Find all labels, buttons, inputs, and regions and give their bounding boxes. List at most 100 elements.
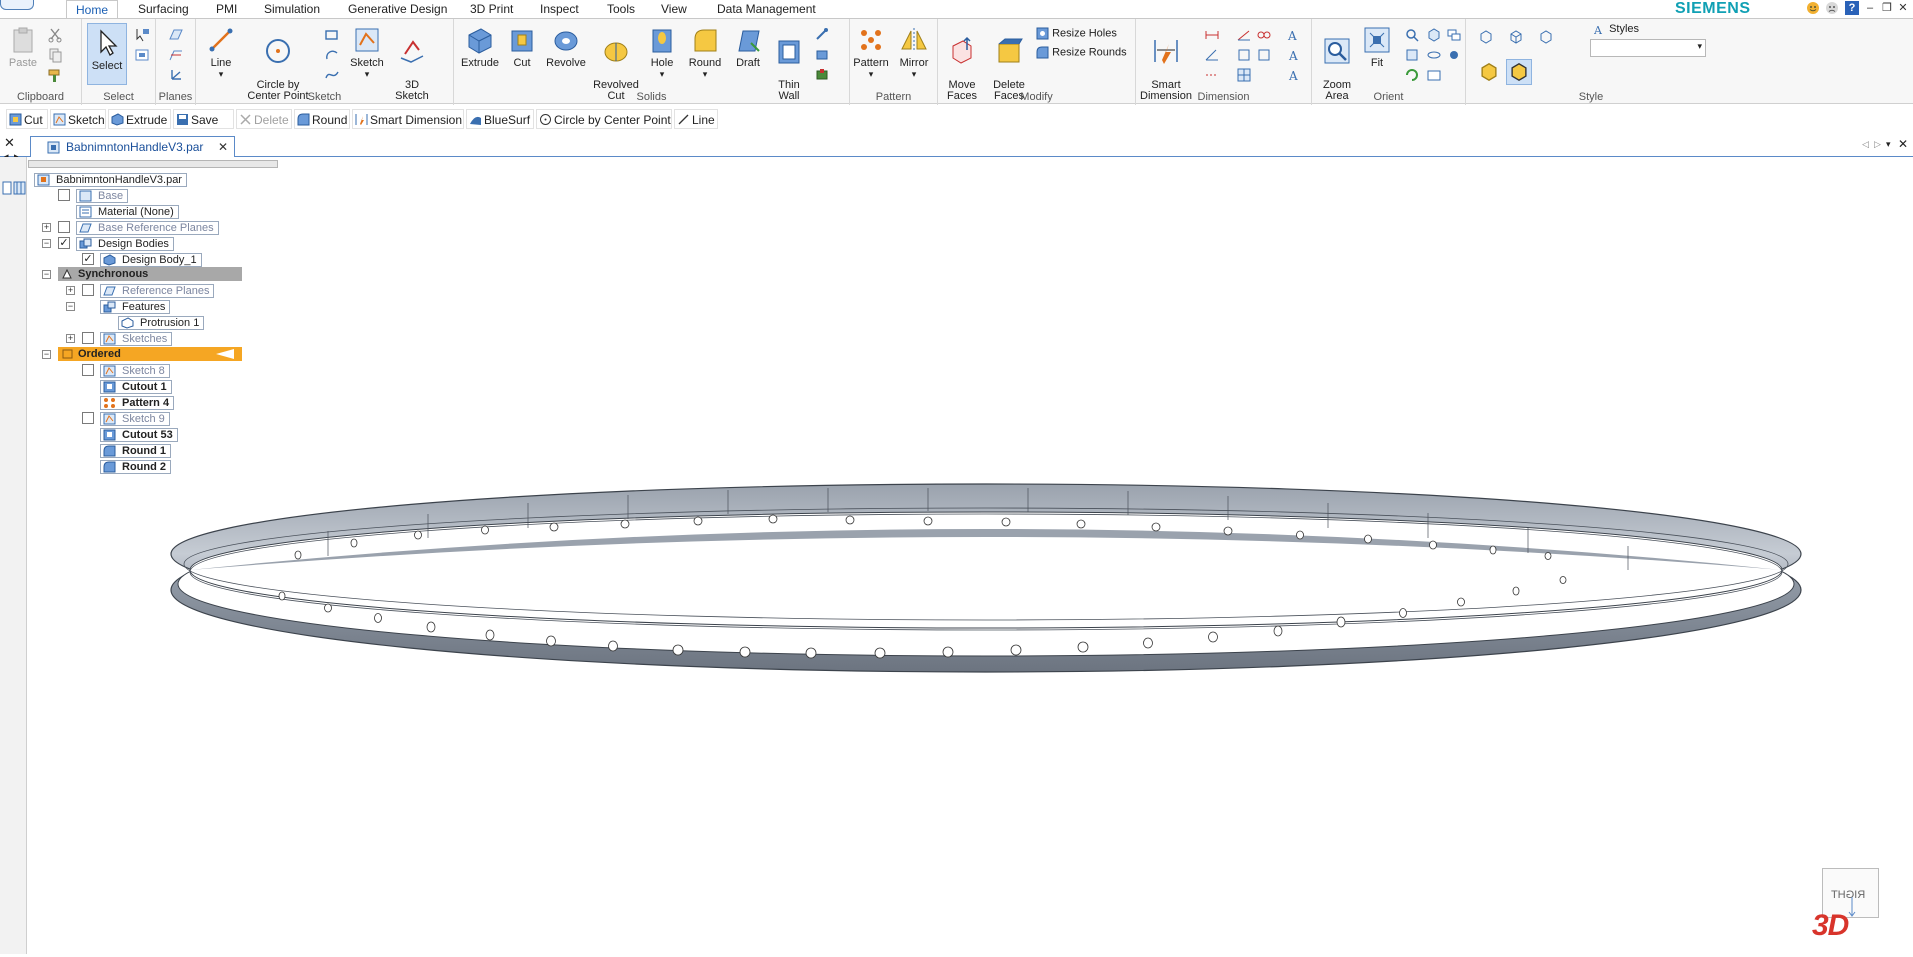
frown-icon[interactable] bbox=[1825, 1, 1839, 15]
rectangle-tool-icon[interactable] bbox=[324, 27, 340, 43]
qat-extrude[interactable]: Extrude bbox=[108, 109, 171, 129]
coordinate-system-icon[interactable] bbox=[168, 67, 184, 83]
line-dropdown-icon[interactable]: ▾ bbox=[204, 69, 238, 80]
tab-scroll-right-icon[interactable]: ▷ bbox=[1874, 139, 1881, 150]
tree-root[interactable]: BabnimntonHandleV3.par bbox=[34, 173, 187, 187]
pattern-button[interactable]: Pattern ▾ bbox=[850, 25, 892, 80]
symmetric-diameter-icon[interactable] bbox=[1236, 47, 1252, 63]
hole-dropdown-icon[interactable]: ▾ bbox=[644, 69, 680, 80]
qat-save-as[interactable]: Save As bbox=[173, 109, 234, 147]
tab-simulation[interactable]: Simulation bbox=[255, 0, 329, 18]
smile-icon[interactable] bbox=[1806, 1, 1820, 15]
tab-3d-print[interactable]: 3D Print bbox=[461, 0, 522, 18]
curve-tool-icon[interactable] bbox=[324, 67, 340, 83]
paste-button[interactable]: Paste bbox=[4, 25, 42, 69]
pathfinder-tab-icon[interactable] bbox=[2, 181, 12, 195]
collapse-ordered-icon[interactable]: − bbox=[42, 350, 51, 359]
close-all-icon[interactable]: ✕ bbox=[1898, 137, 1908, 151]
styles-dropdown[interactable]: ▾ bbox=[1590, 39, 1706, 57]
tree-cutout-1[interactable]: Cutout 1 bbox=[100, 380, 172, 394]
tab-pmi[interactable]: PMI bbox=[207, 0, 246, 18]
tree-features[interactable]: Features bbox=[100, 300, 171, 314]
tab-list-icon[interactable]: ▾ bbox=[1886, 139, 1891, 150]
hole-button[interactable]: Hole ▾ bbox=[644, 25, 680, 80]
minimize-icon[interactable]: – bbox=[1863, 1, 1877, 15]
tree-round-1[interactable]: Round 1 bbox=[100, 444, 171, 458]
rotate-icon[interactable] bbox=[1404, 67, 1420, 83]
line-button[interactable]: Line ▾ bbox=[204, 25, 238, 80]
tree-pattern-4[interactable]: Pattern 4 bbox=[100, 396, 175, 410]
angle-icon[interactable] bbox=[1204, 47, 1220, 63]
document-tab[interactable]: BabnimntonHandleV3.par ✕ bbox=[30, 136, 235, 157]
design-body-1-checkbox[interactable]: ✓ bbox=[82, 253, 94, 265]
text-size-icon[interactable]: A bbox=[1286, 47, 1302, 63]
tree-design-bodies[interactable]: Design Bodies bbox=[76, 237, 174, 251]
tab-view[interactable]: View bbox=[652, 0, 696, 18]
pattern-dropdown-icon[interactable]: ▾ bbox=[850, 69, 892, 80]
draft-button[interactable]: Draft bbox=[729, 25, 767, 69]
sketches-checkbox[interactable] bbox=[82, 332, 94, 344]
thread-icon[interactable] bbox=[814, 67, 830, 83]
revolve-button[interactable]: Revolve bbox=[543, 25, 589, 69]
plane-icon[interactable] bbox=[168, 27, 184, 43]
text-style-icon[interactable]: A bbox=[1286, 27, 1302, 43]
tree-round-2[interactable]: Round 2 bbox=[100, 460, 171, 474]
mirror-button[interactable]: Mirror ▾ bbox=[894, 25, 934, 80]
resize-rounds-button[interactable]: Resize Rounds bbox=[1036, 46, 1127, 59]
dimension-grid-icon[interactable] bbox=[1236, 67, 1252, 83]
tree-base-reference-planes[interactable]: Base Reference Planes bbox=[76, 221, 219, 235]
view-cube-front-icon[interactable] bbox=[1478, 29, 1494, 45]
expand-reference-planes-icon[interactable]: + bbox=[66, 286, 75, 295]
close-icon[interactable]: ✕ bbox=[1896, 1, 1910, 15]
expand-base-ref-planes-icon[interactable]: + bbox=[42, 223, 51, 232]
sketch-8-checkbox[interactable] bbox=[82, 364, 94, 376]
arc-tool-icon[interactable] bbox=[324, 47, 340, 63]
close-document-icon[interactable]: ✕ bbox=[218, 137, 228, 157]
copy-icon[interactable] bbox=[47, 47, 63, 63]
pan-icon[interactable] bbox=[1404, 47, 1420, 63]
base-checkbox[interactable] bbox=[58, 189, 70, 201]
view-cube-top-icon[interactable] bbox=[1508, 29, 1524, 45]
add-body-icon[interactable] bbox=[814, 27, 830, 43]
styles-dropdown-chevron-icon[interactable]: ▾ bbox=[1697, 41, 1702, 52]
collapse-design-bodies-icon[interactable]: − bbox=[42, 239, 51, 248]
dimension-style-icon[interactable] bbox=[1256, 47, 1272, 63]
qat-bluesurf[interactable]: BlueSurf bbox=[466, 109, 534, 129]
named-views-icon[interactable] bbox=[1446, 27, 1462, 43]
spin-about-icon[interactable] bbox=[1426, 47, 1442, 63]
layers-tab-icon[interactable] bbox=[13, 181, 26, 195]
base-ref-planes-checkbox[interactable] bbox=[58, 221, 70, 233]
shaded-visible-edges-button[interactable] bbox=[1506, 59, 1532, 85]
pathfinder-splitter[interactable] bbox=[28, 160, 278, 168]
cut-button[interactable]: Cut bbox=[504, 25, 540, 69]
select-mode-icon[interactable] bbox=[134, 47, 150, 63]
qat-line[interactable]: Line bbox=[674, 109, 718, 129]
resize-holes-button[interactable]: Resize Holes bbox=[1036, 27, 1117, 40]
tab-inspect[interactable]: Inspect bbox=[531, 0, 588, 18]
reference-planes-checkbox[interactable] bbox=[82, 284, 94, 296]
qat-sketch[interactable]: Sketch bbox=[50, 109, 106, 129]
select-button[interactable]: Select bbox=[87, 23, 127, 85]
design-bodies-checkbox[interactable]: ✓ bbox=[58, 237, 70, 249]
qat-round[interactable]: Round bbox=[294, 109, 350, 129]
tab-data-management[interactable]: Data Management bbox=[708, 0, 825, 18]
view-settings-icon[interactable] bbox=[1446, 47, 1462, 63]
qat-delete[interactable]: Delete bbox=[236, 109, 292, 129]
mirror-dropdown-icon[interactable]: ▾ bbox=[894, 69, 934, 80]
sketch-button[interactable]: Sketch ▾ bbox=[348, 25, 386, 80]
tab-generative-design[interactable]: Generative Design bbox=[339, 0, 456, 18]
graphics-window[interactable] bbox=[28, 158, 1913, 954]
rim-model[interactable] bbox=[28, 158, 1913, 954]
cut-small-icon[interactable] bbox=[47, 27, 63, 43]
tree-reference-planes[interactable]: Reference Planes bbox=[100, 284, 215, 298]
collapse-synchronous-icon[interactable]: − bbox=[42, 270, 51, 279]
collapse-features-icon[interactable]: − bbox=[66, 302, 75, 311]
expand-sketches-icon[interactable]: + bbox=[66, 334, 75, 343]
qat-cut[interactable]: Cut bbox=[6, 109, 48, 129]
coordinate-dimension-icon[interactable] bbox=[1204, 67, 1220, 83]
view-orientation-icon[interactable] bbox=[1426, 27, 1442, 43]
fit-button[interactable]: Fit bbox=[1360, 25, 1394, 69]
coincident-plane-icon[interactable] bbox=[168, 47, 184, 63]
tab-surfacing[interactable]: Surfacing bbox=[129, 0, 198, 18]
tab-home[interactable]: Home bbox=[66, 0, 119, 18]
